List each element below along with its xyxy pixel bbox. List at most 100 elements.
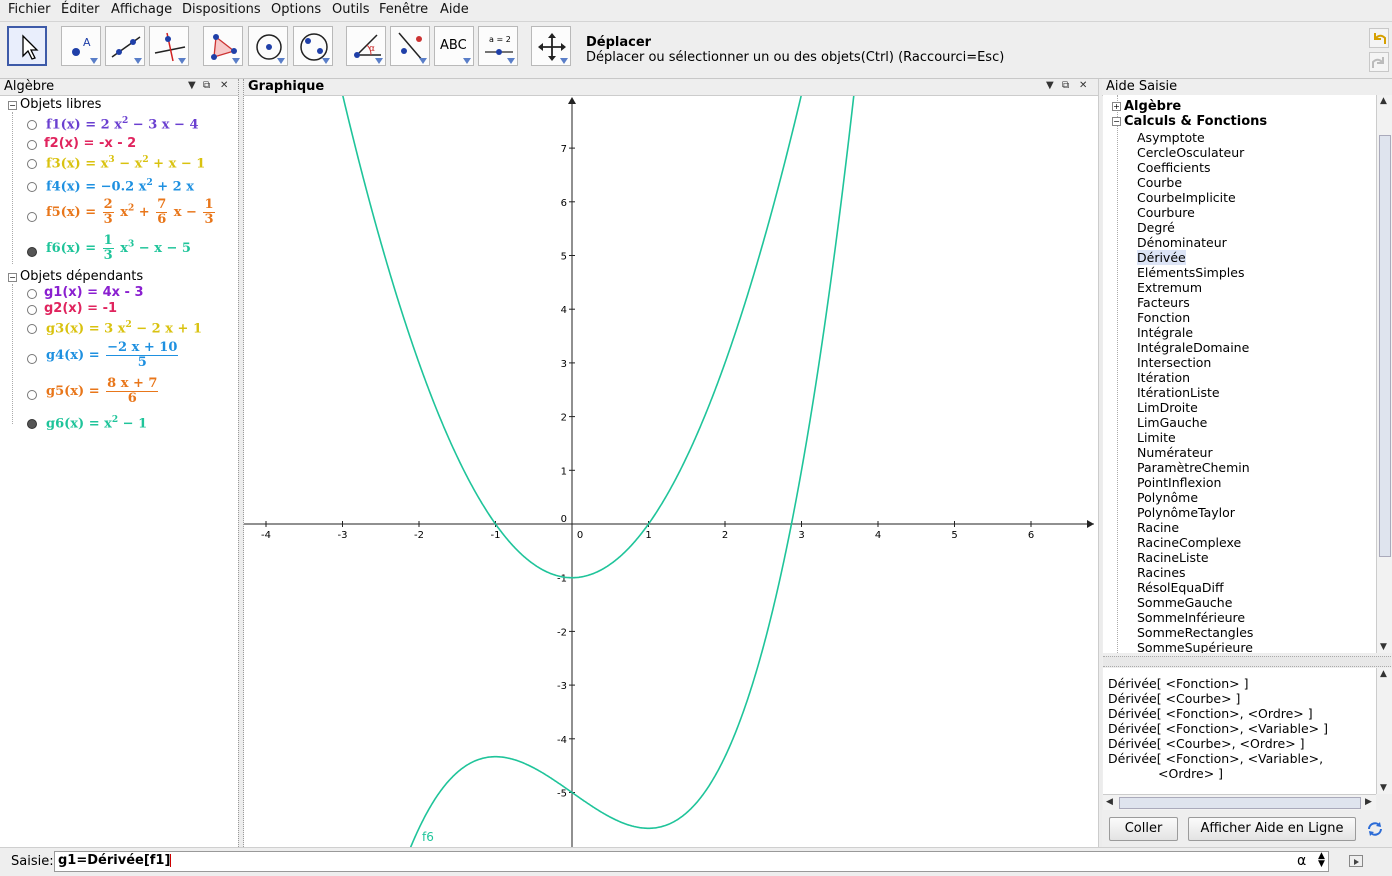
input-help-toggle[interactable] <box>1349 855 1363 867</box>
command-item[interactable]: Limite <box>1137 430 1176 445</box>
object-g6[interactable]: g6(x) = x2 − 1 <box>46 415 147 431</box>
syntax-hscrollbar[interactable]: ◀ ▶ <box>1103 794 1376 810</box>
command-item[interactable]: RacineComplexe <box>1137 535 1241 550</box>
menu-outils[interactable]: Outils <box>332 2 370 17</box>
command-item[interactable]: SommeSupérieure <box>1137 640 1253 653</box>
command-item[interactable]: Courbe <box>1137 175 1182 190</box>
command-item[interactable]: Degré <box>1137 220 1175 235</box>
command-item[interactable]: IntégraleDomaine <box>1137 340 1249 355</box>
object-g3[interactable]: g3(x) = 3 x2 − 2 x + 1 <box>46 320 202 336</box>
panel-menu-icon[interactable]: ▼ <box>188 80 196 91</box>
menu-options[interactable]: Options <box>271 2 321 17</box>
command-item[interactable]: Asymptote <box>1137 130 1205 145</box>
object-g2[interactable]: g2(x) = -1 <box>44 301 117 316</box>
graphics-view[interactable]: -4 -3 -2 -1 0 1 2 3 4 5 676543210-1-2-3-4-5f6 <box>244 96 1098 847</box>
conic-tool-button[interactable] <box>293 26 333 66</box>
command-item[interactable]: LimDroite <box>1137 400 1198 415</box>
command-item[interactable]: CourbeImplicite <box>1137 190 1236 205</box>
undo-button[interactable] <box>1369 28 1389 48</box>
visibility-toggle-g3[interactable] <box>27 324 37 334</box>
menu-fenetre[interactable]: Fenêtre <box>379 2 428 17</box>
menu-dispositions[interactable]: Dispositions <box>182 2 261 17</box>
command-item[interactable]: SommeInférieure <box>1137 610 1245 625</box>
command-item[interactable]: Racines <box>1137 565 1186 580</box>
visibility-toggle-g2[interactable] <box>27 305 37 315</box>
command-item[interactable]: Facteurs <box>1137 295 1190 310</box>
circle-tool-button[interactable] <box>248 26 288 66</box>
collapse-dependent-icon[interactable]: − <box>8 273 17 282</box>
slider-tool-button[interactable]: a = 2 <box>478 26 518 66</box>
move-tool-button[interactable] <box>7 26 47 66</box>
line-tool-button[interactable] <box>105 26 145 66</box>
panel-menu-icon[interactable]: ▼ <box>1046 80 1054 91</box>
command-item[interactable]: ParamètreChemin <box>1137 460 1250 475</box>
syntax-scrollbar[interactable]: ▲ ▼ <box>1376 668 1392 794</box>
input-field[interactable]: g1=Dérivée[f1] <box>54 851 1329 872</box>
polygon-tool-button[interactable] <box>203 26 243 66</box>
reflect-tool-button[interactable] <box>390 26 430 66</box>
undock-icon[interactable]: ⧉ <box>1062 80 1069 91</box>
object-f5[interactable]: f5(x) = 23 x2 + 76 x − 13 <box>46 198 217 227</box>
angle-tool-button[interactable]: α <box>346 26 386 66</box>
command-item[interactable]: Itération <box>1137 370 1190 385</box>
command-item[interactable]: PointInflexion <box>1137 475 1221 490</box>
point-tool-button[interactable]: A <box>61 26 101 66</box>
command-item[interactable]: Racine <box>1137 520 1179 535</box>
command-item[interactable]: Courbure <box>1137 205 1195 220</box>
command-item[interactable]: RésolEquaDiff <box>1137 580 1224 595</box>
command-item[interactable]: SommeRectangles <box>1137 625 1253 640</box>
visibility-toggle-f5[interactable] <box>27 212 37 222</box>
visibility-toggle-f2[interactable] <box>27 140 37 150</box>
close-icon[interactable]: ✕ <box>1079 80 1087 91</box>
expand-algebra-icon[interactable]: + <box>1112 102 1121 111</box>
command-item[interactable]: Extremum <box>1137 280 1202 295</box>
visibility-toggle-f3[interactable] <box>27 159 37 169</box>
close-icon[interactable]: ✕ <box>220 80 228 91</box>
command-list-scrollbar[interactable]: ▲ ▼ <box>1376 95 1392 653</box>
refresh-icon[interactable] <box>1366 820 1384 838</box>
category-calculs[interactable]: Calculs & Fonctions <box>1124 114 1267 129</box>
history-spinner[interactable]: ▲ ▼ <box>1318 852 1325 869</box>
command-item[interactable]: Dénominateur <box>1137 235 1227 250</box>
command-item[interactable]: RacineListe <box>1137 550 1209 565</box>
command-item[interactable]: Intersection <box>1137 355 1211 370</box>
command-item[interactable]: Coefficients <box>1137 160 1211 175</box>
visibility-toggle-f6[interactable] <box>27 247 37 257</box>
object-f1[interactable]: f1(x) = 2 x2 − 3 x − 4 <box>46 116 199 132</box>
object-f2[interactable]: f2(x) = -x - 2 <box>44 136 136 151</box>
scroll-thumb[interactable] <box>1379 135 1391 557</box>
category-algebra[interactable]: Algèbre <box>1124 99 1181 114</box>
command-item[interactable]: ItérationListe <box>1137 385 1220 400</box>
object-f3[interactable]: f3(x) = x3 − x2 + x − 1 <box>46 155 205 171</box>
command-item[interactable]: PolynômeTaylor <box>1137 505 1235 520</box>
help-splitter[interactable] <box>1103 656 1391 667</box>
visibility-toggle-f4[interactable] <box>27 182 37 192</box>
command-item[interactable]: CercleOsculateur <box>1137 145 1244 160</box>
redo-button[interactable] <box>1369 52 1389 72</box>
collapse-calculs-icon[interactable]: − <box>1112 117 1121 126</box>
command-item[interactable]: Intégrale <box>1137 325 1193 340</box>
object-g5[interactable]: g5(x) = 8 x + 76 <box>46 377 160 406</box>
perpendicular-tool-button[interactable] <box>149 26 189 66</box>
menu-affichage[interactable]: Affichage <box>111 2 172 17</box>
command-item[interactable]: Numérateur <box>1137 445 1213 460</box>
online-help-button[interactable]: Afficher Aide en Ligne <box>1188 817 1356 841</box>
command-item[interactable]: SommeGauche <box>1137 595 1232 610</box>
move-graphics-tool-button[interactable] <box>531 26 571 66</box>
collapse-free-icon[interactable]: − <box>8 101 17 110</box>
text-tool-button[interactable]: ABC <box>434 26 474 66</box>
visibility-toggle-g6[interactable] <box>27 419 37 429</box>
visibility-toggle-g5[interactable] <box>27 390 37 400</box>
command-item[interactable]: Dérivée <box>1137 250 1186 265</box>
command-item[interactable]: Fonction <box>1137 310 1190 325</box>
object-f6[interactable]: f6(x) = 13 x3 − x − 5 <box>46 234 191 263</box>
visibility-toggle-g4[interactable] <box>27 354 37 364</box>
object-g4[interactable]: g4(x) = −2 x + 10 5 <box>46 341 180 370</box>
paste-button[interactable]: Coller <box>1109 817 1178 841</box>
command-item[interactable]: Polynôme <box>1137 490 1198 505</box>
undock-icon[interactable]: ⧉ <box>203 80 210 91</box>
visibility-toggle-f1[interactable] <box>27 120 37 130</box>
alpha-symbol-button[interactable]: α <box>1297 853 1306 869</box>
menu-fichier[interactable]: Fichier <box>8 2 51 17</box>
command-item[interactable]: ElémentsSimples <box>1137 265 1244 280</box>
